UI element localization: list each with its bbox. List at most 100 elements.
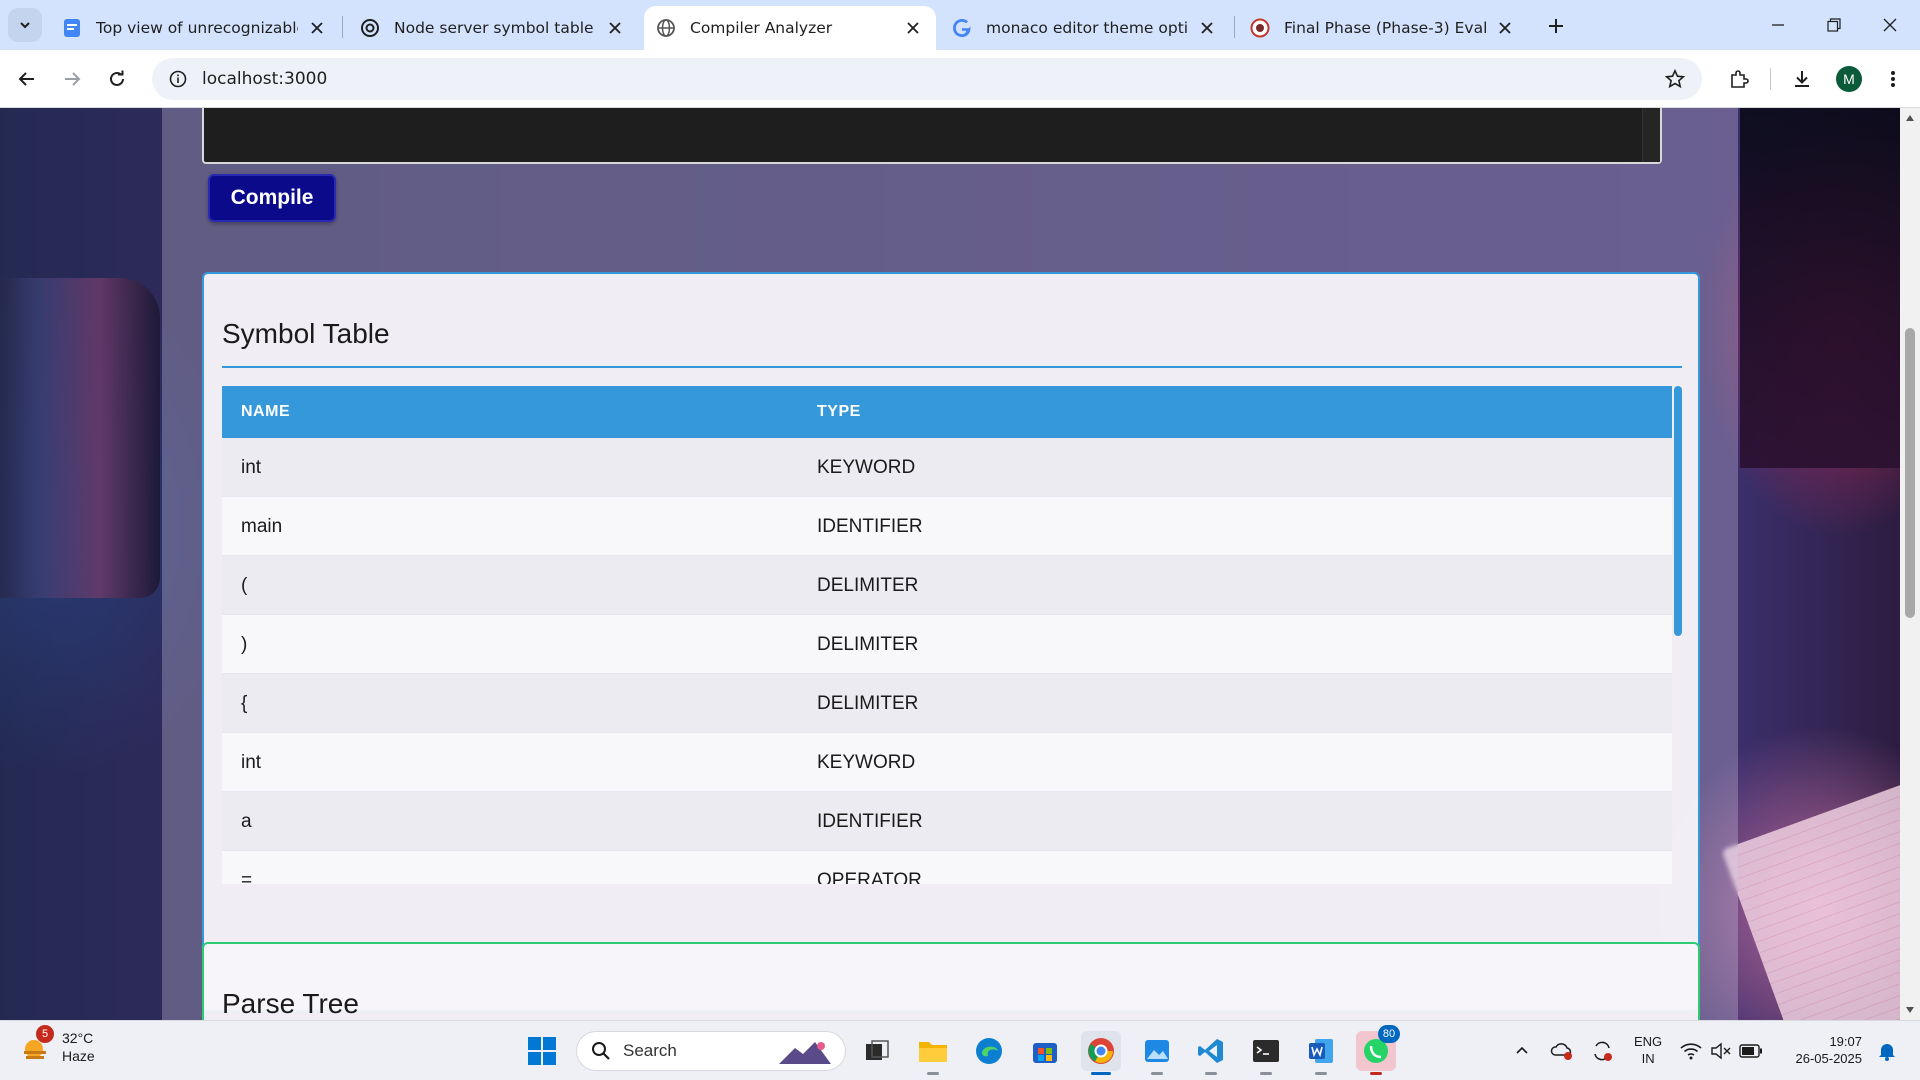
running-indicator bbox=[927, 1072, 939, 1075]
chatgpt-icon bbox=[360, 18, 380, 38]
table-row: main IDENTIFIER bbox=[222, 497, 1672, 556]
file-explorer-icon[interactable] bbox=[913, 1031, 953, 1075]
running-indicator bbox=[1205, 1072, 1217, 1075]
address-bar[interactable]: localhost:3000 bbox=[152, 58, 1702, 100]
scroll-up-icon[interactable] bbox=[1904, 112, 1916, 124]
system-clock[interactable]: 19:07 26-05-2025 bbox=[1786, 1033, 1863, 1067]
page-scrollbar[interactable] bbox=[1900, 108, 1920, 1020]
chevron-down-icon bbox=[20, 22, 30, 29]
forward-button[interactable] bbox=[55, 62, 89, 96]
notification-bell-icon[interactable] bbox=[1872, 1031, 1902, 1071]
arrow-right-icon bbox=[65, 72, 81, 86]
volume-mute-icon[interactable] bbox=[1706, 1031, 1736, 1071]
weather-condition: Haze bbox=[62, 1048, 95, 1064]
parse-tree-card: Parse Tree bbox=[202, 942, 1700, 1020]
tab-title: monaco editor theme options - bbox=[986, 19, 1188, 37]
weather-sun-icon: 5 bbox=[20, 1025, 54, 1063]
table-scrollbar[interactable] bbox=[1672, 386, 1684, 884]
sync-icon[interactable] bbox=[1582, 1031, 1622, 1071]
tab-1[interactable]: Top view of unrecognizable hac bbox=[50, 6, 340, 50]
vscode-icon[interactable] bbox=[1191, 1031, 1231, 1075]
cell-name: ( bbox=[241, 575, 248, 596]
downloads-button[interactable] bbox=[1785, 62, 1819, 96]
code-editor[interactable] bbox=[202, 108, 1662, 164]
running-indicator bbox=[1091, 1072, 1111, 1075]
docs-icon bbox=[62, 18, 82, 38]
word-icon[interactable] bbox=[1301, 1031, 1341, 1075]
onedrive-icon[interactable] bbox=[1542, 1031, 1582, 1071]
minimize-icon bbox=[1772, 24, 1784, 26]
chrome-icon[interactable] bbox=[1081, 1031, 1121, 1075]
tab-4[interactable]: monaco editor theme options - bbox=[940, 6, 1230, 50]
new-tab-button[interactable] bbox=[1542, 12, 1570, 40]
arrow-left-icon bbox=[18, 72, 34, 86]
background-notebook-image bbox=[1721, 781, 1920, 1020]
windows-icon bbox=[528, 1037, 556, 1065]
edge-icon[interactable] bbox=[969, 1031, 1009, 1071]
symbol-table-title: Symbol Table bbox=[222, 318, 390, 349]
table-row: { DELIMITER bbox=[222, 674, 1672, 733]
clock-date: 26-05-2025 bbox=[1795, 1051, 1863, 1066]
weather-widget[interactable]: 5 32°C Haze bbox=[20, 1025, 95, 1065]
scroll-down-icon[interactable] bbox=[1904, 1004, 1916, 1016]
wifi-icon[interactable] bbox=[1676, 1031, 1706, 1071]
table-scrollbar-thumb[interactable] bbox=[1674, 386, 1682, 636]
language-indicator[interactable]: ENG IN bbox=[1634, 1033, 1662, 1067]
background-monitor-image bbox=[1740, 108, 1920, 468]
avatar[interactable]: M bbox=[1836, 66, 1862, 92]
task-view-icon[interactable] bbox=[857, 1031, 897, 1071]
cell-type: DELIMITER bbox=[817, 634, 919, 655]
language-line-1: ENG bbox=[1634, 1034, 1663, 1049]
running-indicator bbox=[1151, 1072, 1163, 1075]
close-icon[interactable] bbox=[306, 17, 328, 39]
reload-button[interactable] bbox=[100, 62, 134, 96]
compile-button[interactable]: Compile bbox=[208, 174, 336, 222]
tab-5[interactable]: Final Phase (Phase-3) Evaluation bbox=[1238, 6, 1528, 50]
minimize-button[interactable] bbox=[1750, 0, 1806, 50]
tab-separator bbox=[342, 16, 343, 38]
table-row: = OPERATOR bbox=[222, 851, 1672, 884]
plus-icon bbox=[1549, 19, 1563, 33]
extensions-button[interactable] bbox=[1722, 62, 1756, 96]
cell-name: a bbox=[241, 811, 252, 832]
whatsapp-icon[interactable]: 80 bbox=[1356, 1025, 1400, 1075]
window-close-button[interactable] bbox=[1862, 0, 1918, 50]
url-text[interactable]: localhost:3000 bbox=[202, 69, 1658, 89]
title-divider bbox=[222, 366, 1682, 368]
table-row: int KEYWORD bbox=[222, 733, 1672, 792]
store-icon[interactable] bbox=[1025, 1031, 1065, 1071]
editor-scrollbar[interactable] bbox=[1642, 108, 1660, 162]
symbol-table-card: Symbol Table NAME TYPE int KEYWORD main … bbox=[202, 272, 1700, 1012]
search-icon bbox=[589, 1039, 613, 1063]
tab-3-active[interactable]: Compiler Analyzer bbox=[644, 6, 936, 50]
info-icon[interactable] bbox=[158, 59, 198, 99]
symbol-table[interactable]: NAME TYPE int KEYWORD main IDENTIFIER ( … bbox=[222, 386, 1684, 884]
close-icon[interactable] bbox=[1494, 17, 1516, 39]
taskbar-search[interactable]: Search bbox=[576, 1031, 846, 1071]
restore-button[interactable] bbox=[1806, 0, 1862, 50]
photos-icon[interactable] bbox=[1137, 1031, 1177, 1075]
battery-icon[interactable] bbox=[1736, 1031, 1766, 1071]
menu-button[interactable] bbox=[1876, 62, 1910, 96]
page-scrollbar-thumb[interactable] bbox=[1905, 328, 1915, 618]
close-icon[interactable] bbox=[1196, 17, 1218, 39]
back-button[interactable] bbox=[10, 62, 44, 96]
cell-name: ) bbox=[241, 634, 248, 655]
start-button[interactable] bbox=[522, 1031, 562, 1071]
tab-search-button[interactable] bbox=[8, 8, 42, 42]
tab-2[interactable]: Node server symbol table bbox=[348, 6, 638, 50]
more-vertical-icon bbox=[1891, 71, 1895, 87]
browser-toolbar: localhost:3000 M bbox=[0, 50, 1920, 108]
column-header-name: NAME bbox=[241, 403, 291, 420]
terminal-icon[interactable] bbox=[1246, 1031, 1286, 1075]
globe-icon bbox=[656, 18, 676, 38]
bookmark-star-icon[interactable] bbox=[1658, 62, 1692, 96]
tab-title: Final Phase (Phase-3) Evaluation bbox=[1284, 19, 1486, 37]
close-icon[interactable] bbox=[604, 17, 626, 39]
chevron-up-icon[interactable] bbox=[1502, 1031, 1542, 1071]
close-icon[interactable] bbox=[902, 17, 924, 39]
search-placeholder: Search bbox=[623, 1041, 677, 1060]
weather-badge: 5 bbox=[36, 1025, 54, 1043]
table-row: a IDENTIFIER bbox=[222, 792, 1672, 851]
taskbar: 5 32°C Haze Search 80 ENG IN 19:07 26-05… bbox=[0, 1020, 1920, 1080]
